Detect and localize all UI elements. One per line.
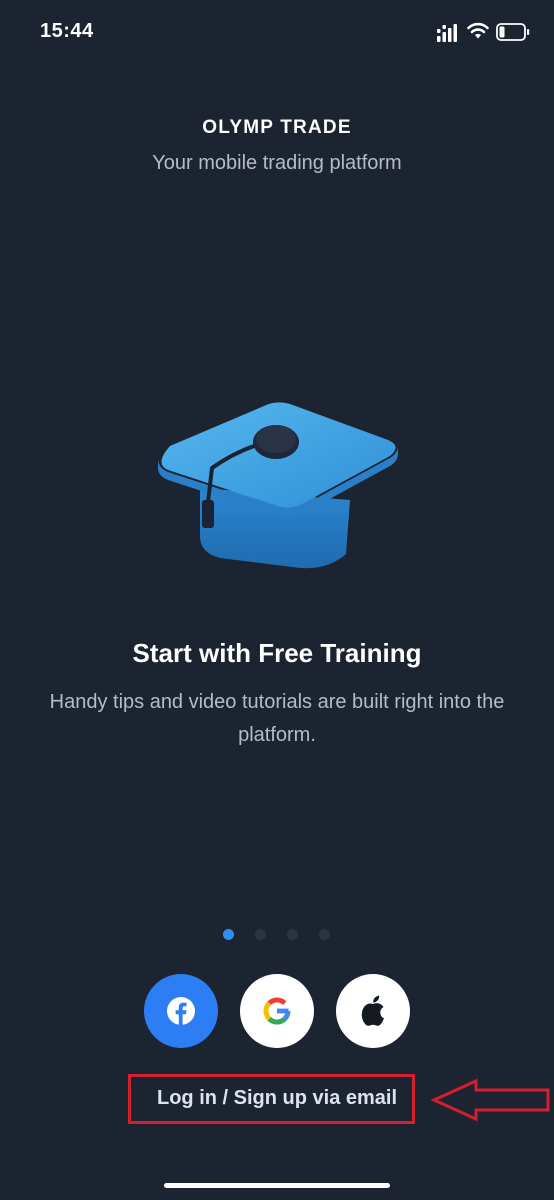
facebook-icon xyxy=(167,997,195,1025)
page-dot-active[interactable] xyxy=(223,929,234,940)
page-indicator xyxy=(223,929,330,941)
status-bar: 15:44 xyxy=(0,0,554,70)
google-login-button[interactable] xyxy=(240,974,314,1048)
wifi-icon xyxy=(467,22,489,39)
signal-icon xyxy=(437,24,457,42)
status-time: 15:44 xyxy=(40,20,94,42)
graduation-cap-icon xyxy=(158,402,398,569)
page-dot[interactable] xyxy=(255,929,266,940)
highlight-box xyxy=(128,1074,415,1124)
facebook-login-button[interactable] xyxy=(144,974,218,1048)
battery-icon xyxy=(496,23,530,41)
slide-description: Handy tips and video tutorials are built… xyxy=(49,691,505,746)
apple-login-button[interactable] xyxy=(336,974,410,1048)
page-dot[interactable] xyxy=(319,929,330,940)
slide-title: Start with Free Training xyxy=(132,638,422,668)
page-dot[interactable] xyxy=(287,929,298,940)
olymp-trade-logo: OLYMP TRADE xyxy=(202,117,352,138)
arrow-annotation-icon xyxy=(430,1078,550,1122)
apple-icon xyxy=(361,995,384,1026)
home-indicator[interactable] xyxy=(164,1183,390,1188)
tagline: Your mobile trading platform xyxy=(152,152,402,174)
google-icon xyxy=(263,997,291,1025)
